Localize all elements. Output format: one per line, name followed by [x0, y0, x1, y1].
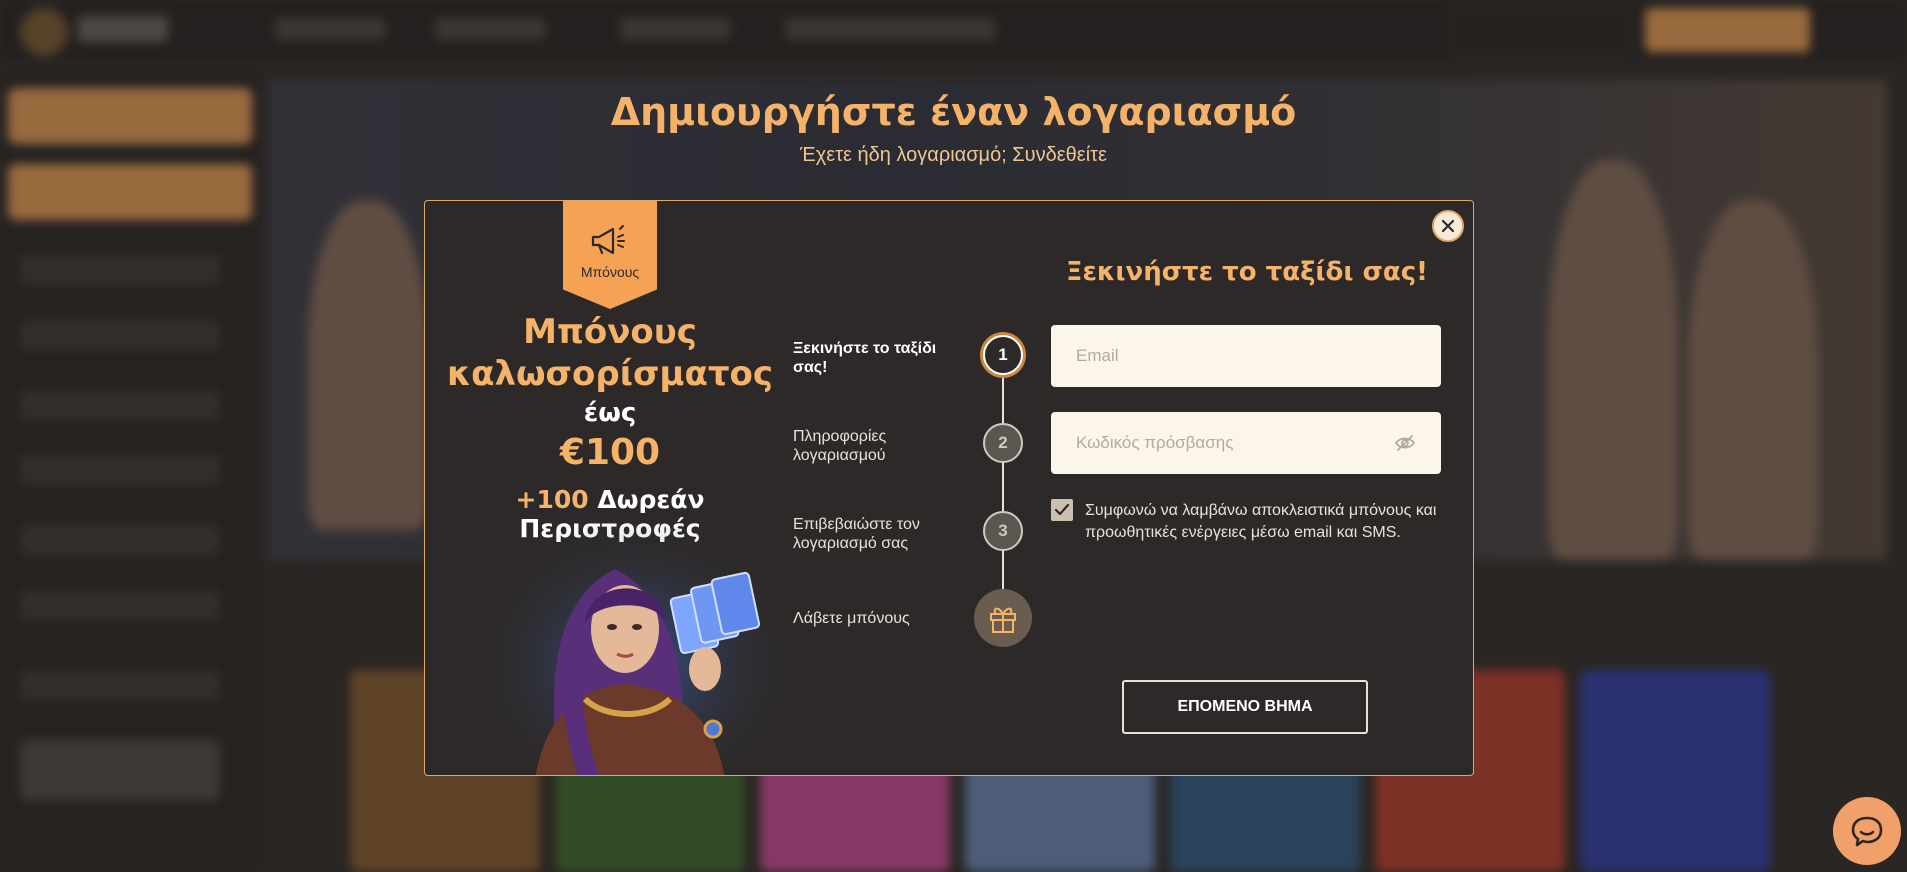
close-icon [1441, 219, 1455, 233]
hero-image [1688, 200, 1818, 560]
sidebar-item [20, 455, 220, 485]
step-3-indicator: 3 [983, 511, 1023, 551]
consent-text: Συμφωνώ να λαμβάνω αποκλειστικά μπόνους … [1085, 502, 1437, 541]
checkmark-icon [1054, 503, 1070, 516]
sidebar-item [20, 390, 220, 420]
sidebar-item [20, 255, 220, 285]
step-3-label: Επιβεβαιώστε τον λογαριασμό σας [793, 516, 920, 552]
form-title: Ξεκινήστε το ταξίδι σας! [1066, 257, 1428, 287]
password-input[interactable] [1051, 412, 1441, 474]
hero-image [308, 200, 428, 530]
step-connector-line [1002, 365, 1004, 599]
password-field[interactable] [1051, 412, 1441, 474]
nav-item [275, 18, 385, 40]
step-2-label: Πληροφορίες λογαριασμού [793, 428, 887, 464]
sidebar-promo-button [8, 164, 252, 220]
promo-upto: έως [583, 398, 637, 428]
sidebar-item [20, 525, 220, 555]
page-title: Δημιουργήστε έναν λογαριασμό [610, 90, 1297, 134]
sidebar-item [20, 670, 220, 700]
site-logo [20, 8, 68, 56]
background-register-button [1645, 8, 1810, 52]
step-4-indicator [974, 589, 1032, 647]
sidebar-item [20, 590, 220, 620]
nav-item [435, 18, 545, 40]
background-login-button [1450, 8, 1632, 54]
nav-item [785, 18, 995, 40]
bonus-tab-label: Μπόνους [580, 264, 640, 280]
next-step-button[interactable]: ΕΠΟΜΕΝΟ ΒΗΜΑ [1122, 680, 1368, 734]
site-logo-text [78, 16, 168, 42]
top-navigation-bar [0, 0, 1907, 60]
chat-icon [1851, 816, 1883, 847]
character-illustration [465, 499, 795, 775]
step-4-label: Λάβετε μπόνους [793, 610, 910, 627]
hero-image [1548, 160, 1678, 560]
nav-item [620, 18, 730, 40]
background-sidebar [0, 70, 260, 872]
megaphone-icon [591, 225, 625, 255]
consent-checkbox[interactable] [1051, 499, 1073, 521]
step-2-indicator: 2 [983, 423, 1023, 463]
login-prompt-link[interactable]: Έχετε ήδη λογαριασμό; Συνδεθείτε [0, 144, 1907, 167]
gift-icon [990, 607, 1016, 633]
step-1-label: Ξεκινήστε το ταξίδι σας! [793, 340, 937, 376]
registration-modal: Μπόνους Μπόνους καλωσορίσματος έως €100 … [424, 200, 1474, 776]
live-chat-button[interactable] [1833, 797, 1901, 865]
email-field[interactable] [1051, 325, 1441, 387]
sidebar-item [20, 320, 220, 350]
close-button[interactable] [1432, 210, 1464, 242]
promo-heading-line1: Μπόνους [523, 312, 697, 352]
email-input[interactable] [1051, 325, 1441, 387]
sidebar-banner [20, 740, 220, 800]
bonus-tab: Μπόνους [563, 201, 657, 309]
promo-heading-line2: καλωσορίσματος [446, 354, 774, 394]
game-tile [1580, 670, 1770, 872]
eye-off-icon[interactable] [1395, 434, 1415, 452]
step-1-indicator: 1 [983, 335, 1023, 375]
